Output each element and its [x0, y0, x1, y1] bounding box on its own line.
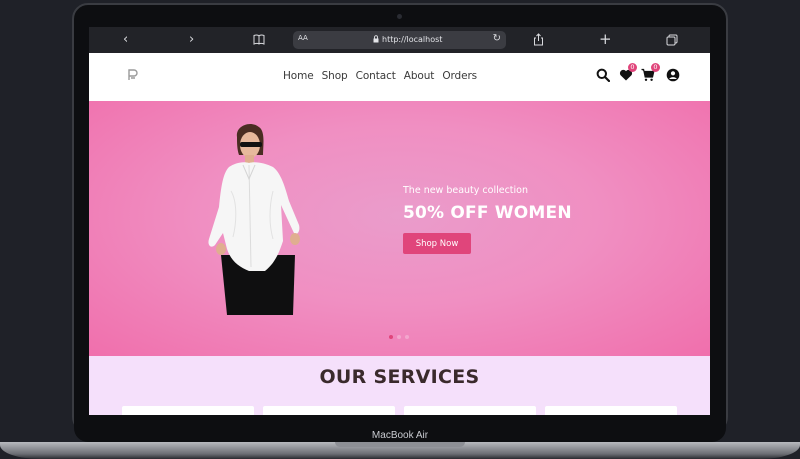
service-card — [545, 406, 677, 415]
address-bar[interactable]: AA http://localhost ↻ — [293, 31, 506, 49]
nav-actions: 0 0 — [596, 63, 682, 84]
nav-shop[interactable]: Shop — [322, 70, 348, 82]
reload-icon[interactable]: ↻ — [493, 33, 501, 44]
logo-icon[interactable] — [127, 68, 139, 82]
shop-now-button[interactable]: Shop Now — [403, 233, 471, 254]
screen: ‹ › AA http://localhost ↻ + Home Shop Co… — [89, 27, 710, 415]
nav-orders[interactable]: Orders — [442, 70, 477, 82]
carousel-dot-1[interactable] — [389, 335, 393, 339]
camera-icon — [397, 14, 402, 19]
hero-subtitle: The new beauty collection — [403, 185, 529, 196]
forward-icon[interactable]: › — [189, 32, 194, 48]
service-card — [263, 406, 395, 415]
back-icon[interactable]: ‹ — [123, 32, 128, 48]
service-card — [404, 406, 536, 415]
services-section: OUR SERVICES — [89, 356, 710, 415]
laptop-notch — [335, 442, 465, 447]
nav-about[interactable]: About — [404, 70, 435, 82]
nav-home[interactable]: Home — [283, 70, 314, 82]
wishlist-count-badge: 0 — [628, 63, 637, 72]
share-icon[interactable] — [533, 33, 544, 46]
lock-icon — [373, 35, 379, 43]
main-nav: Home Shop Contact About Orders — [283, 70, 485, 82]
site-header: Home Shop Contact About Orders 0 0 — [89, 53, 710, 101]
url-text: http://localhost — [382, 35, 443, 44]
carousel-dot-2[interactable] — [397, 335, 401, 339]
device-label: MacBook Air — [371, 430, 429, 441]
bookmarks-icon[interactable] — [253, 34, 265, 45]
user-account-icon[interactable] — [666, 68, 680, 82]
carousel-indicators — [389, 335, 409, 339]
cart-count-badge: 0 — [651, 63, 660, 72]
new-tab-icon[interactable]: + — [599, 31, 612, 47]
model-photo — [208, 123, 300, 315]
browser-toolbar: ‹ › AA http://localhost ↻ + — [89, 27, 710, 53]
service-card — [122, 406, 254, 415]
reader-button[interactable]: AA — [298, 34, 308, 42]
hero-banner: The new beauty collection 50% OFF WOMEN … — [89, 101, 710, 356]
hero-title: 50% OFF WOMEN — [403, 203, 572, 223]
services-title: OUR SERVICES — [319, 366, 480, 388]
carousel-dot-3[interactable] — [405, 335, 409, 339]
nav-contact[interactable]: Contact — [356, 70, 396, 82]
search-icon[interactable] — [596, 68, 610, 82]
tabs-overview-icon[interactable] — [666, 34, 678, 46]
